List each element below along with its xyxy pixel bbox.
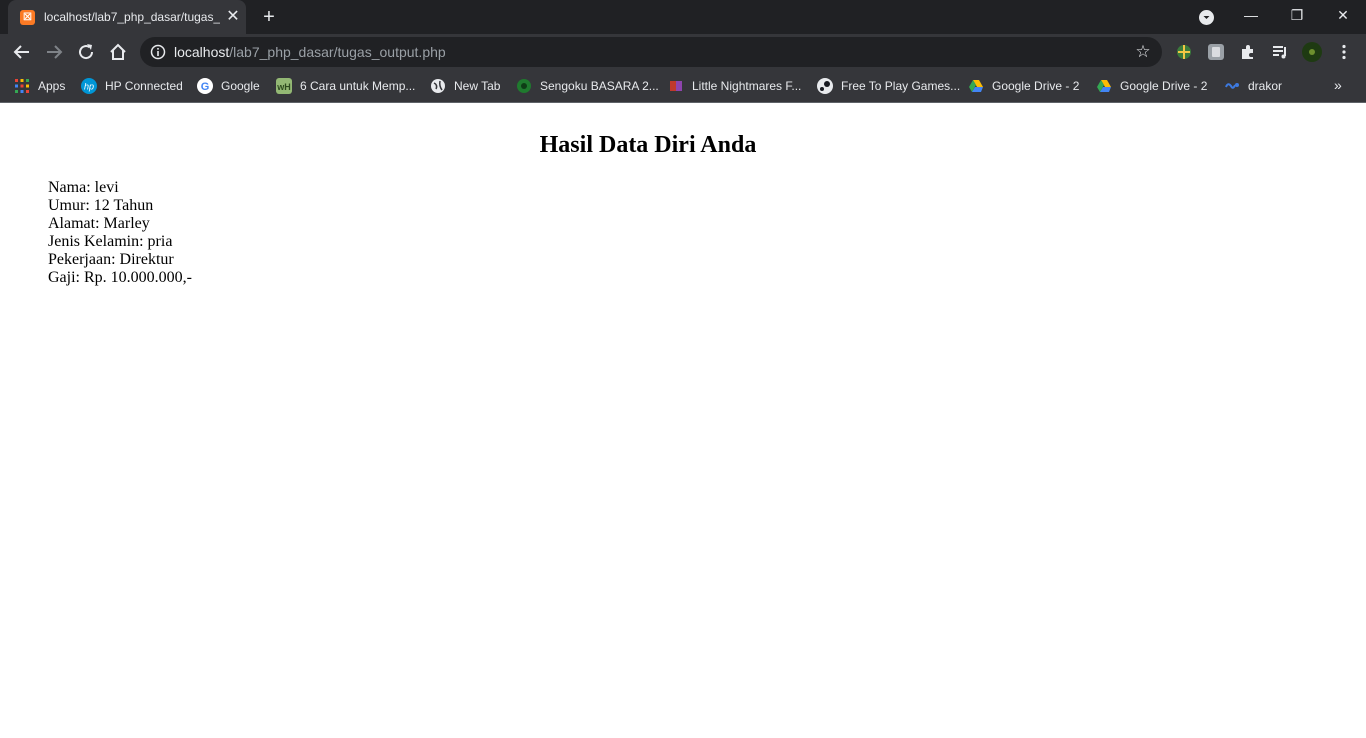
address-bar[interactable]: localhost/lab7_php_dasar/tugas_output.ph…: [140, 37, 1162, 67]
wikihow-icon: wH: [276, 78, 292, 94]
bookmark-apps[interactable]: Apps: [14, 77, 65, 95]
svg-text:hp: hp: [84, 82, 94, 92]
google-drive-icon: [1097, 80, 1111, 92]
url-host: localhost: [174, 44, 230, 60]
menu-kebab-icon[interactable]: [1335, 43, 1353, 61]
bookmark-free-to-play[interactable]: Free To Play Games...: [817, 77, 960, 95]
bookmark-drakor[interactable]: drakor: [1224, 77, 1282, 95]
home-button[interactable]: [105, 39, 131, 65]
tab-title: localhost/lab7_php_dasar/tugas_output.ph…: [44, 10, 220, 24]
back-button[interactable]: [9, 39, 35, 65]
forward-button[interactable]: [41, 39, 67, 65]
svg-text:wH: wH: [276, 82, 291, 92]
data-line-alamat: Alamat: Marley: [48, 215, 150, 232]
link-icon: [1225, 83, 1239, 89]
close-tab-icon[interactable]: ✕: [224, 8, 242, 26]
bookmark-label: New Tab: [454, 79, 501, 93]
extension-globe-icon[interactable]: [1175, 43, 1193, 61]
svg-text:G: G: [201, 81, 210, 93]
data-line-gaji: Gaji: Rp. 10.000.000,-: [48, 269, 192, 286]
bookmark-new-tab[interactable]: New Tab: [430, 77, 500, 95]
bookmarks-bar: Apps hp HP Connected G Google wH 6 Cara …: [0, 70, 1366, 103]
bookmark-google[interactable]: G Google: [197, 77, 260, 95]
bookmark-label: Free To Play Games...: [841, 79, 961, 93]
bookmark-google-drive-2[interactable]: Google Drive - 2: [1096, 77, 1207, 95]
data-line-pekerjaan: Pekerjaan: Direktur: [48, 251, 174, 268]
more-bookmarks-chevron-icon[interactable]: »: [1334, 76, 1342, 94]
google-icon: G: [197, 78, 213, 94]
bookmark-wikihow[interactable]: wH 6 Cara untuk Memp...: [276, 77, 415, 95]
url-text[interactable]: localhost/lab7_php_dasar/tugas_output.ph…: [174, 44, 446, 60]
browser-tab[interactable]: ☒ localhost/lab7_php_dasar/tugas_output.…: [8, 0, 246, 34]
bookmark-label: Apps: [38, 79, 66, 93]
tab-search-icon[interactable]: [1199, 10, 1214, 25]
forward-arrow-icon: [47, 45, 63, 59]
home-icon: [110, 43, 126, 60]
bookmark-label: 6 Cara untuk Memp...: [300, 79, 416, 93]
minimize-button[interactable]: —: [1228, 0, 1274, 30]
reload-button[interactable]: [73, 39, 99, 65]
new-tab-button[interactable]: +: [258, 6, 280, 28]
bookmark-little-nightmares[interactable]: Little Nightmares F...: [668, 77, 801, 95]
page-title: Hasil Data Diri Anda: [539, 132, 757, 158]
bookmark-star-icon[interactable]: ☆: [1134, 43, 1152, 61]
reload-icon: [79, 44, 94, 60]
bookmark-site-icon: [670, 81, 682, 91]
title-bar: ☒ localhost/lab7_php_dasar/tugas_output.…: [0, 0, 1366, 34]
bookmark-hp-connected[interactable]: hp HP Connected: [81, 77, 183, 95]
bookmark-label: Sengoku BASARA 2...: [540, 79, 659, 93]
data-line-nama: Nama: levi: [48, 179, 119, 196]
bookmark-site-icon: [517, 79, 531, 93]
bookmark-google-drive-1[interactable]: Google Drive - 2: [968, 77, 1079, 95]
hp-icon: hp: [81, 78, 97, 94]
close-window-button[interactable]: ✕: [1320, 0, 1366, 30]
xampp-favicon-icon: ☒: [20, 10, 35, 25]
bookmark-label: drakor: [1248, 79, 1283, 93]
bookmark-label: Google: [221, 79, 260, 93]
personal-data-list: Nama: levi Umur: 12 Tahun Alamat: Marley…: [48, 179, 192, 287]
apps-grid-icon: [15, 79, 29, 93]
restore-button[interactable]: ❐: [1274, 0, 1320, 30]
page-content: Hasil Data Diri Anda Nama: levi Umur: 12…: [0, 103, 1366, 738]
bookmark-label: HP Connected: [105, 79, 183, 93]
toolbar: localhost/lab7_php_dasar/tugas_output.ph…: [0, 34, 1366, 70]
bookmark-sengoku-basara[interactable]: Sengoku BASARA 2...: [516, 77, 659, 95]
data-line-umur: Umur: 12 Tahun: [48, 197, 154, 214]
back-arrow-icon: [13, 45, 29, 59]
site-info-icon[interactable]: [150, 44, 166, 60]
steam-icon: [817, 78, 833, 94]
profile-avatar-icon[interactable]: [1302, 42, 1322, 62]
extension-puzzle-tile-icon[interactable]: [1207, 43, 1225, 61]
bookmark-label: Little Nightmares F...: [692, 79, 802, 93]
extensions-puzzle-icon[interactable]: [1239, 43, 1257, 61]
google-drive-icon: [969, 80, 983, 92]
data-line-jenis-kelamin: Jenis Kelamin: pria: [48, 233, 173, 250]
url-path: /lab7_php_dasar/tugas_output.php: [229, 44, 446, 60]
bookmark-label: Google Drive - 2: [992, 79, 1080, 93]
globe-icon: [431, 79, 445, 93]
bookmark-label: Google Drive - 2: [1120, 79, 1208, 93]
media-playlist-icon[interactable]: [1271, 43, 1289, 61]
